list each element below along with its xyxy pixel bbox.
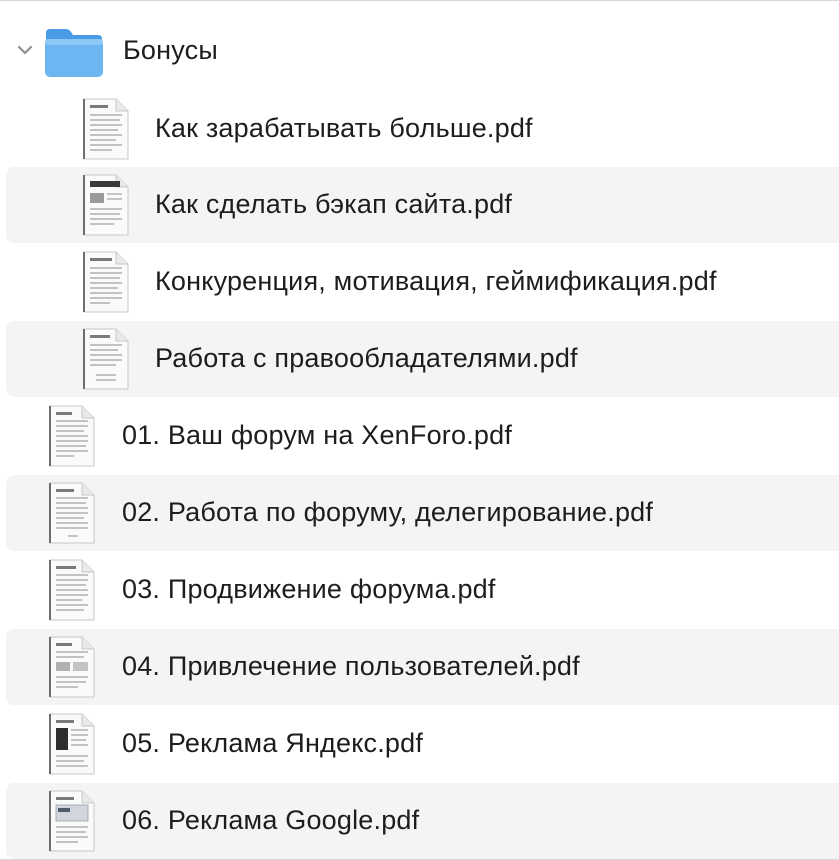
pdf-document-icon — [49, 405, 95, 467]
pdf-document-icon — [49, 790, 95, 852]
file-name: 03. Продвижение форума.pdf — [122, 574, 496, 604]
file-name: 05. Реклама Яндекс.pdf — [122, 728, 424, 758]
pdf-document-icon — [83, 328, 129, 390]
folder-icon — [45, 29, 103, 77]
file-row[interactable]: 06. Реклама Google.pdf — [6, 783, 839, 859]
pdf-document-icon — [49, 636, 95, 698]
file-row[interactable]: Работа с правообладателями.pdf — [6, 321, 839, 397]
pdf-document-icon — [83, 98, 129, 160]
file-name: Конкуренция, мотивация, геймификация.pdf — [155, 266, 717, 296]
file-row[interactable]: 03. Продвижение форума.pdf — [6, 552, 839, 628]
file-row[interactable]: Как сделать бэкап сайта.pdf — [6, 167, 839, 243]
pdf-document-icon — [83, 174, 129, 236]
file-name: 04. Привлечение пользователей.pdf — [122, 651, 580, 681]
chevron-down-icon[interactable] — [14, 39, 36, 61]
folder-name: Бонусы — [123, 35, 218, 65]
file-row[interactable]: Как зарабатывать больше.pdf — [6, 91, 839, 167]
file-row[interactable]: 05. Реклама Яндекс.pdf — [6, 706, 839, 782]
file-name: Как сделать бэкап сайта.pdf — [155, 189, 513, 219]
finder-list-view: Бонусы Как зарабатывать больше.pdf Как с… — [0, 0, 839, 860]
file-name: 06. Реклама Google.pdf — [122, 805, 420, 835]
file-name: 01. Ваш форум на XenForo.pdf — [122, 420, 513, 450]
file-row[interactable]: 02. Работа по форуму, делегирование.pdf — [6, 475, 839, 551]
pdf-document-icon — [83, 251, 129, 313]
file-name: Работа с правообладателями.pdf — [155, 343, 578, 373]
pdf-document-icon — [49, 482, 95, 544]
folder-row-bonuses[interactable]: Бонусы — [6, 13, 839, 89]
file-name: 02. Работа по форуму, делегирование.pdf — [122, 497, 654, 527]
pdf-document-icon — [49, 559, 95, 621]
file-name: Как зарабатывать больше.pdf — [155, 113, 533, 143]
file-row[interactable]: 01. Ваш форум на XenForo.pdf — [6, 398, 839, 474]
file-row[interactable]: 04. Привлечение пользователей.pdf — [6, 629, 839, 705]
file-row[interactable]: Конкуренция, мотивация, геймификация.pdf — [6, 244, 839, 320]
pdf-document-icon — [49, 713, 95, 775]
